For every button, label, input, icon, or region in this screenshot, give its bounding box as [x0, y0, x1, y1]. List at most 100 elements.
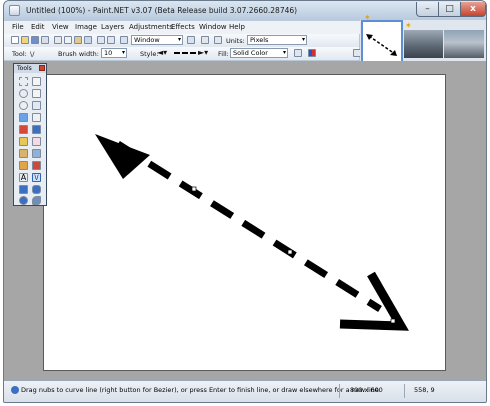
line-curve-tool-icon[interactable]: \/: [32, 173, 41, 182]
thumbnail-arrow-icon: [366, 34, 397, 56]
main-toolbar: Window ▾ Units: Pixels ▾: [4, 34, 359, 47]
brush-width-select[interactable]: 10 ▾: [101, 48, 127, 58]
blend-mode-icon[interactable]: [308, 49, 316, 57]
print-icon[interactable]: [41, 36, 49, 44]
chevron-down-icon: ▾: [177, 36, 181, 43]
clone-stamp-icon[interactable]: [19, 161, 28, 170]
curve-nub[interactable]: [287, 249, 293, 255]
arrow-end-style-icon[interactable]: ►▾: [198, 48, 208, 57]
image-size: 800 x 600: [350, 386, 383, 394]
menu-image[interactable]: Image: [75, 23, 97, 31]
status-divider: [339, 384, 340, 398]
style-label: Style:: [140, 50, 159, 58]
workspace: [4, 61, 486, 380]
move-selected-icon[interactable]: [32, 89, 41, 98]
window-title: Untitled (100%) - Paint.NET v3.07 (Beta …: [26, 6, 298, 15]
units-select[interactable]: Pixels ▾: [247, 35, 307, 45]
cut-icon[interactable]: [54, 36, 62, 44]
paint-net-window: Untitled (100%) - Paint.NET v3.07 (Beta …: [3, 0, 487, 403]
dashed-double-arrow-line[interactable]: [44, 75, 445, 370]
thumbnail-current-image[interactable]: ✶: [361, 13, 403, 64]
zoom-value: Window: [134, 36, 160, 44]
magic-wand-icon[interactable]: [19, 113, 28, 122]
tool-label: Tool:: [12, 50, 27, 58]
brush-width-value: 10: [104, 49, 113, 57]
menu-effects[interactable]: Effects: [171, 23, 195, 31]
status-bar: Drag nubs to curve line (right button fo…: [4, 380, 486, 402]
maximize-button[interactable]: □: [438, 2, 461, 17]
thumbnail-image-3[interactable]: [444, 30, 484, 58]
units-value: Pixels: [250, 36, 269, 44]
tools-title: Tools: [17, 65, 32, 72]
current-tool-value[interactable]: \/: [30, 50, 34, 58]
brush-width-label: Brush width:: [58, 50, 99, 58]
dash-style-icon[interactable]: [174, 52, 196, 56]
zoom-select[interactable]: Window ▾: [131, 35, 183, 45]
menu-edit[interactable]: Edit: [31, 23, 45, 31]
zoom-icon[interactable]: [120, 36, 128, 44]
info-icon: [11, 386, 19, 394]
antialiasing-icon[interactable]: [294, 49, 302, 57]
text-tool-icon[interactable]: A: [19, 173, 28, 182]
close-button[interactable]: x: [460, 2, 486, 17]
undo-icon[interactable]: [97, 36, 105, 44]
status-hint: Drag nubs to curve line (right button fo…: [21, 386, 381, 394]
fill-select[interactable]: Solid Color ▾: [230, 48, 288, 58]
menu-layers[interactable]: Layers: [101, 23, 124, 31]
paste-icon[interactable]: [74, 36, 82, 44]
pan-icon[interactable]: [32, 113, 41, 122]
ruler-icon[interactable]: [214, 36, 222, 44]
lasso-select-icon[interactable]: [19, 89, 28, 98]
paint-bucket-icon[interactable]: [19, 125, 28, 134]
canvas[interactable]: [43, 74, 446, 371]
zoom-in-icon[interactable]: [187, 36, 195, 44]
freeform-shape-icon[interactable]: [32, 196, 41, 205]
chevron-down-icon: ▾: [282, 49, 286, 56]
paintbrush-icon[interactable]: [19, 137, 28, 146]
open-icon[interactable]: [21, 36, 29, 44]
rounded-rectangle-icon[interactable]: [32, 185, 41, 194]
minimize-button[interactable]: –: [416, 2, 439, 17]
menu-file[interactable]: File: [12, 23, 24, 31]
menu-view[interactable]: View: [52, 23, 69, 31]
title-bar[interactable]: Untitled (100%) - Paint.NET v3.07 (Beta …: [4, 1, 486, 21]
chevron-down-icon: ▾: [121, 49, 125, 56]
ellipse-select-icon[interactable]: [19, 101, 28, 110]
eraser-icon[interactable]: [32, 137, 41, 146]
menu-adjustments[interactable]: Adjustments: [129, 23, 173, 31]
rectangle-select-icon[interactable]: [19, 77, 28, 86]
color-picker-icon[interactable]: [32, 149, 41, 158]
copy-icon[interactable]: [64, 36, 72, 44]
new-icon[interactable]: [11, 36, 19, 44]
crop-icon[interactable]: [84, 36, 92, 44]
chevron-down-icon: ▾: [301, 36, 305, 43]
tool-options-toolbar: Tool: \/ Brush width: 10 ▾ Style: ◄▾ ►▾ …: [4, 47, 361, 60]
menu-help[interactable]: Help: [229, 23, 245, 31]
star-icon: ✶: [405, 21, 412, 30]
rectangle-tool-icon[interactable]: [19, 185, 28, 194]
end-nub[interactable]: [390, 318, 396, 324]
gradient-icon[interactable]: [32, 125, 41, 134]
active-star-icon: ✶: [364, 13, 371, 22]
units-label: Units:: [226, 37, 245, 45]
arrow-start-style-icon[interactable]: ◄▾: [157, 48, 167, 57]
save-icon[interactable]: [31, 36, 39, 44]
fill-value: Solid Color: [233, 49, 268, 57]
tools-window: Tools A \/: [13, 63, 47, 206]
app-icon: [9, 5, 20, 16]
recolor-icon[interactable]: [32, 161, 41, 170]
menu-window[interactable]: Window: [199, 23, 227, 31]
ellipse-tool-icon[interactable]: [19, 196, 28, 205]
pencil-icon[interactable]: [19, 149, 28, 158]
zoom-tool-icon[interactable]: [32, 101, 41, 110]
grid-icon[interactable]: [201, 36, 209, 44]
tools-header[interactable]: Tools: [14, 64, 46, 73]
image-thumbnails: ✶ ✶: [360, 13, 486, 64]
move-selection-icon[interactable]: [32, 77, 41, 86]
fill-label: Fill:: [218, 50, 229, 58]
redo-icon[interactable]: [107, 36, 115, 44]
close-icon[interactable]: [39, 65, 45, 71]
thumbnail-image-2[interactable]: ✶: [404, 21, 443, 58]
curve-nub[interactable]: [191, 186, 197, 192]
arrowhead-start: [95, 134, 150, 179]
